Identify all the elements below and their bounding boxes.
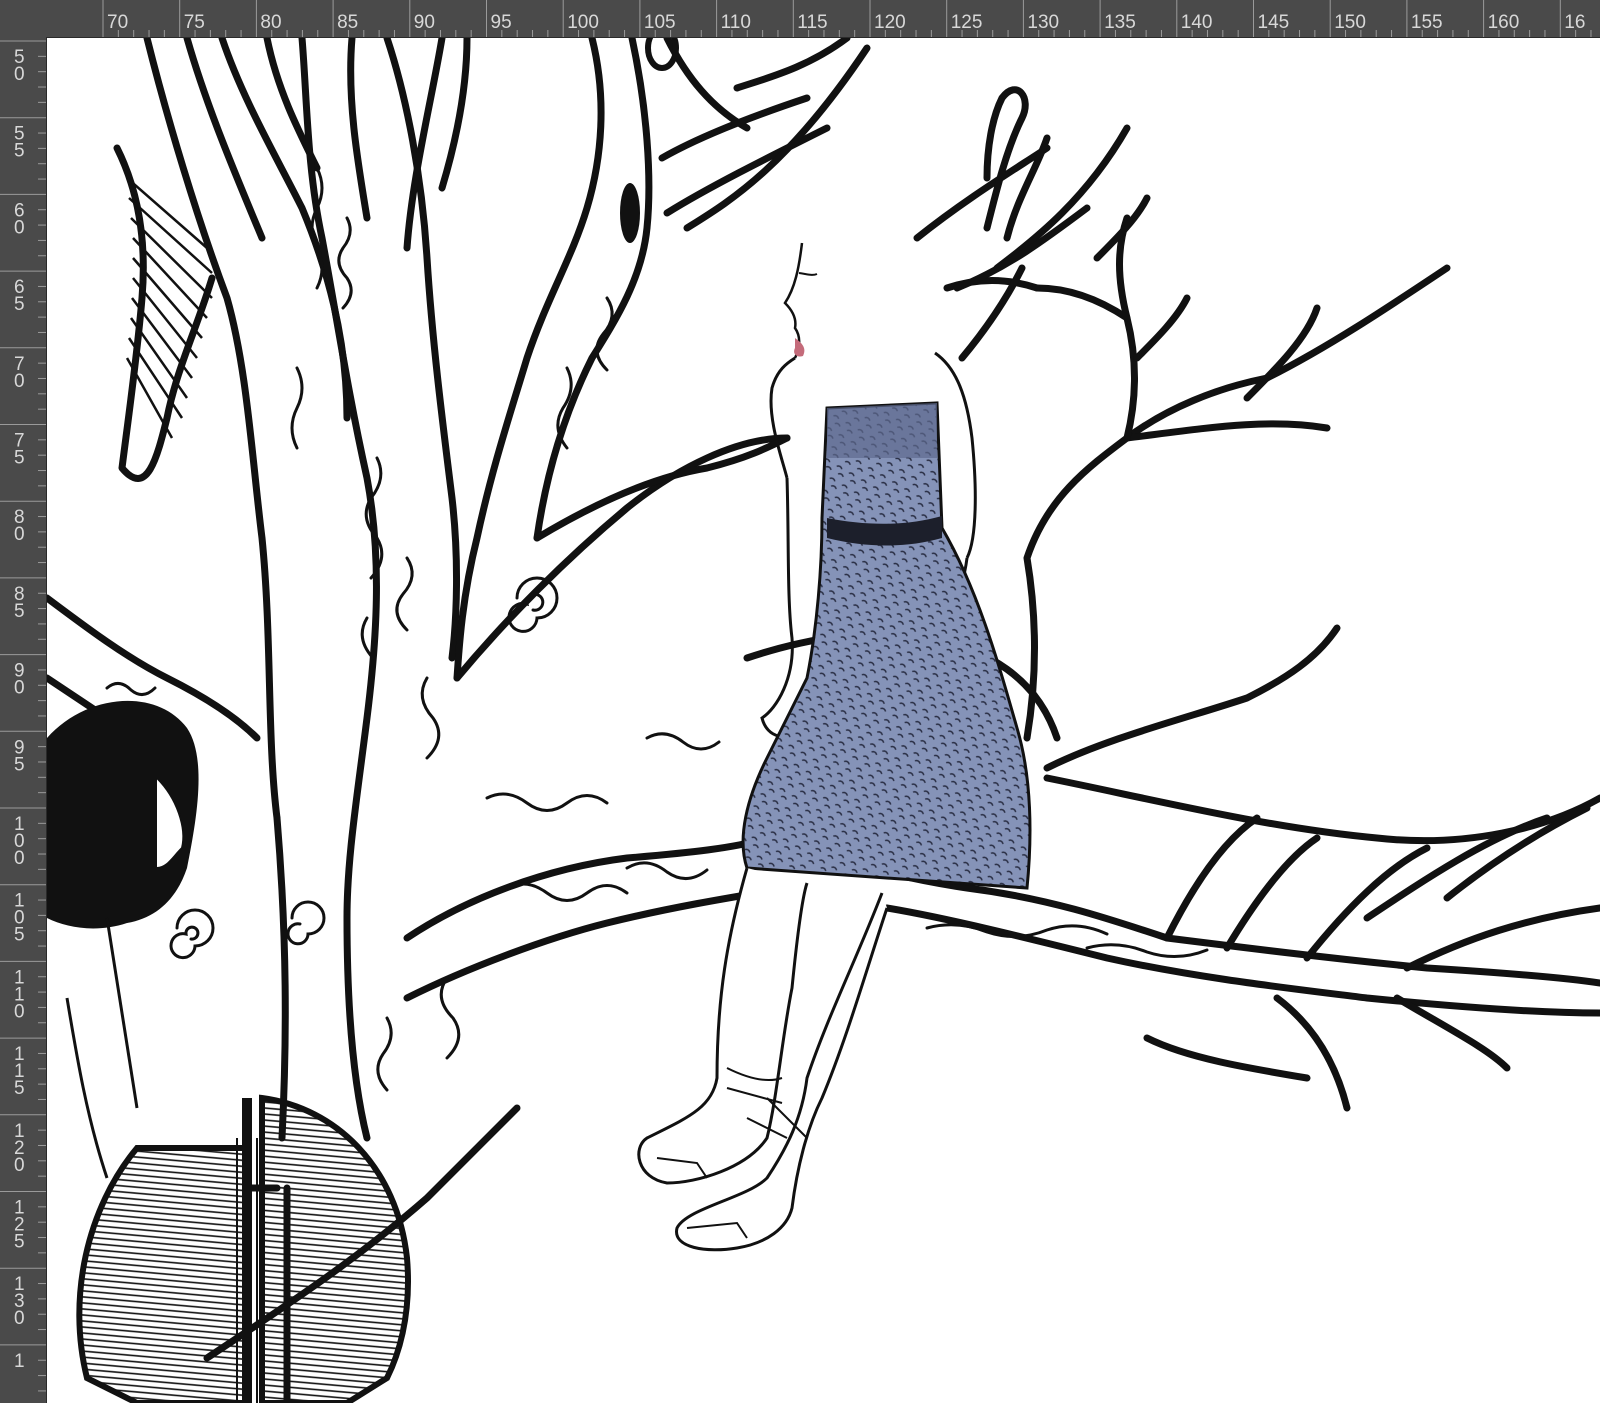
cello [76, 1094, 411, 1403]
sitting-woman [637, 242, 1032, 1252]
ruler-label: 135 [1104, 12, 1136, 33]
ruler-label: 0 [14, 678, 25, 699]
ruler-label: 5 [14, 925, 25, 946]
ruler-label: 5 [14, 141, 25, 162]
ruler-label: 80 [260, 12, 281, 33]
ruler-label: 145 [1258, 12, 1290, 33]
ruler-label: 0 [14, 217, 25, 238]
left-girl [47, 700, 199, 1179]
ruler-label: 0 [14, 1001, 25, 1022]
ruler-label: 0 [14, 371, 25, 392]
vertical-ruler[interactable]: 5055606570758085909510010511011512012513… [0, 37, 47, 1403]
ruler-label: 115 [797, 12, 827, 33]
ruler-label: 100 [567, 12, 599, 33]
ruler-label: 130 [1027, 12, 1059, 33]
ruler-label: 0 [14, 524, 25, 545]
ruler-label: 160 [1488, 12, 1520, 33]
ruler-label: 5 [14, 1078, 25, 1099]
ruler-label: 75 [184, 12, 205, 33]
ruler-label: 5 [14, 754, 25, 775]
horizontal-ruler-graphic: 70 75 80 85 90 95 100 105 110 115 120 125 130 135 140 1… [102, 0, 1592, 37]
ruler-corner[interactable] [0, 0, 47, 38]
vertical-ruler-graphic: 5055606570758085909510010511011512012513… [0, 40, 46, 1392]
line-art-illustration [47, 38, 1600, 1403]
ruler-label: 0 [14, 1308, 25, 1329]
ruler-label: 125 [951, 12, 983, 33]
ruler-label: 105 [644, 12, 676, 33]
ruler-label: 150 [1334, 12, 1366, 33]
ruler-label: 1 [14, 1351, 25, 1372]
ruler-label: 5 [14, 294, 25, 315]
ruler-label: 0 [14, 848, 25, 869]
ruler-label: 155 [1411, 12, 1443, 33]
ruler-label: 5 [14, 1232, 25, 1253]
ruler-label: 85 [337, 12, 358, 33]
ruler-label: 5 [14, 448, 25, 469]
ruler-label: 95 [491, 12, 512, 33]
ruler-label: 90 [414, 12, 435, 33]
tree-texture [105, 166, 1209, 1092]
document-canvas[interactable] [47, 38, 1600, 1403]
ruler-label: 16 [1564, 12, 1585, 33]
ruler-label: 0 [14, 64, 25, 85]
ruler-label: 70 [107, 12, 128, 33]
ruler-label: 0 [14, 1155, 25, 1176]
horizontal-ruler[interactable]: 70 75 80 85 90 95 100 105 110 115 120 125 130 135 140 1… [46, 0, 1600, 38]
ruler-label: 5 [14, 601, 25, 622]
ruler-label: 110 [721, 12, 751, 33]
ruler-label: 140 [1181, 12, 1213, 33]
ruler-label: 120 [874, 12, 906, 33]
